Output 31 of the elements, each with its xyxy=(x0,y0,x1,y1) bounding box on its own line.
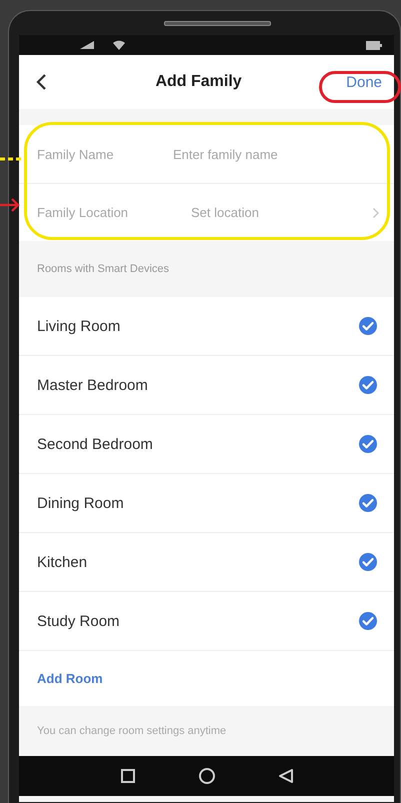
checked-checkbox[interactable] xyxy=(358,611,378,631)
room-name: Dining Room xyxy=(37,494,125,512)
chevron-icon xyxy=(372,206,380,218)
signal-icon xyxy=(79,40,95,50)
wifi-icon xyxy=(113,40,125,50)
dashed-line xyxy=(0,157,23,161)
checked-checkbox[interactable] xyxy=(358,316,378,336)
footer-note: You can change room settings anytime xyxy=(36,724,228,739)
back-icon xyxy=(35,73,47,91)
name-field[interactable]: Enter family name xyxy=(173,142,380,166)
battery-icon xyxy=(366,40,382,50)
pointer-arrow xyxy=(0,198,20,212)
section-header: Rooms with Smart Devices xyxy=(36,262,170,277)
room-name: Master Bedroom xyxy=(37,376,149,394)
back-nav-button[interactable] xyxy=(278,768,294,784)
screen-title: Add Family xyxy=(154,73,243,91)
location-picker[interactable]: Set location xyxy=(173,201,380,224)
recents-button[interactable] xyxy=(120,768,136,784)
home-button[interactable] xyxy=(198,767,216,785)
checked-checkbox[interactable] xyxy=(358,434,378,454)
checked-checkbox[interactable] xyxy=(358,375,378,395)
room-name: Living Room xyxy=(37,318,122,334)
checked-checkbox[interactable] xyxy=(358,552,378,572)
room-name: Study Room xyxy=(37,612,121,630)
checked-checkbox[interactable] xyxy=(358,493,378,513)
done-button[interactable]: Done xyxy=(344,70,384,94)
room-name: Kitchen xyxy=(37,554,88,570)
field-label: Family Name xyxy=(37,146,115,162)
add-room-link[interactable]: Add Room xyxy=(37,669,103,688)
field-label: Family Location xyxy=(37,205,130,220)
room-name: Second Bedroom xyxy=(37,436,154,452)
